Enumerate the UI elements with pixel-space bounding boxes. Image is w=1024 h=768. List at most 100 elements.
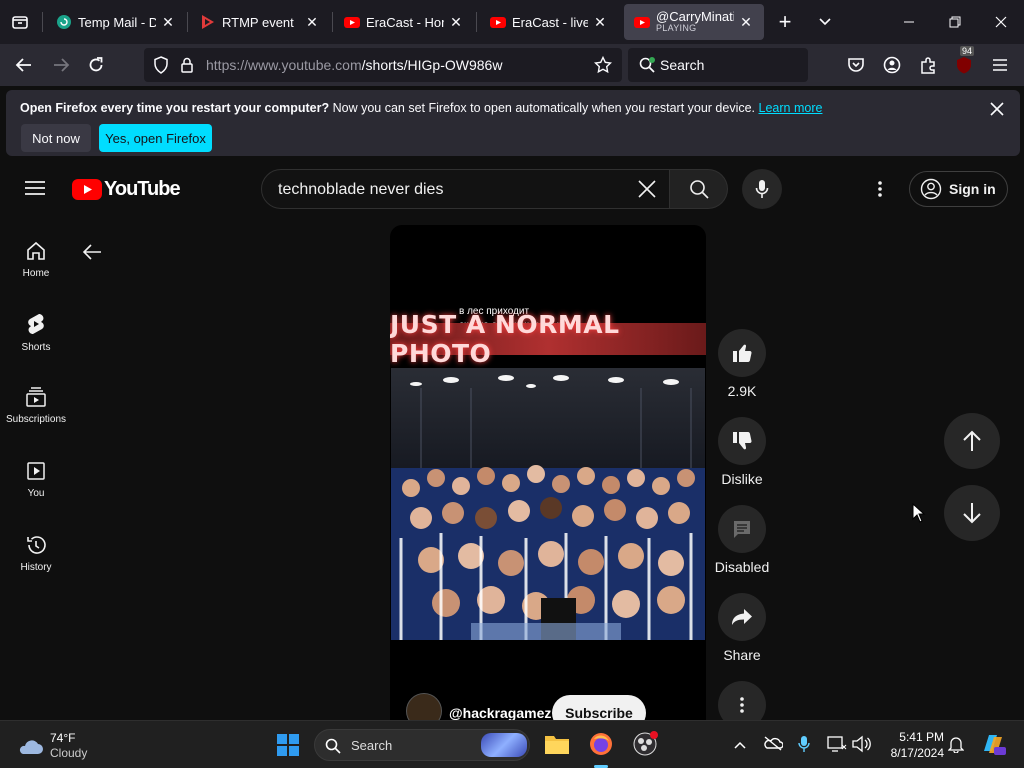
youtube-icon: [490, 17, 506, 28]
tab-close-icon[interactable]: ✕: [738, 14, 754, 31]
nav-label: Shorts: [21, 342, 51, 353]
search-engine-icon[interactable]: [636, 54, 658, 76]
show-hidden-icons-chevron-icon[interactable]: [734, 737, 746, 755]
guide-menu-icon[interactable]: [24, 180, 46, 201]
temp-mail-icon: [57, 15, 71, 29]
voice-search-button[interactable]: [742, 169, 782, 209]
tab-close-icon[interactable]: ✕: [448, 14, 464, 31]
yes-open-firefox-button[interactable]: Yes, open Firefox: [99, 124, 212, 152]
microphone-tray-icon[interactable]: [798, 735, 810, 758]
copilot-icon[interactable]: [980, 731, 1006, 762]
firefox-taskbar-icon[interactable]: [588, 731, 614, 762]
sign-in-button[interactable]: Sign in: [909, 171, 1008, 207]
thumbs-down-icon: [733, 432, 752, 450]
lock-icon[interactable]: [176, 54, 198, 76]
tab-overview-icon[interactable]: [9, 11, 31, 33]
comment-icon: [734, 521, 750, 538]
comments-label: Disabled: [714, 559, 770, 575]
next-short-button[interactable]: [944, 485, 1000, 541]
notifications-bell-icon[interactable]: [947, 735, 965, 758]
network-icon[interactable]: [827, 735, 847, 758]
minimize-icon[interactable]: [898, 11, 920, 33]
settings-more-icon[interactable]: [876, 180, 884, 203]
search-icon: [325, 738, 341, 754]
tracking-protection-shield-icon[interactable]: [150, 54, 172, 76]
tab-temp-mail[interactable]: Temp Mail - Disposable ✕: [46, 4, 186, 40]
youtube-page: YouTube technoblade never dies Sign in H…: [0, 160, 1024, 729]
learn-more-link[interactable]: Learn more: [759, 101, 823, 115]
app-menu-icon[interactable]: [989, 54, 1011, 76]
forward-icon[interactable]: [50, 54, 72, 76]
not-now-button[interactable]: Not now: [21, 124, 91, 152]
rtmp-icon: [202, 15, 214, 29]
taskbar-search[interactable]: Search: [314, 729, 530, 761]
account-circle-icon: [920, 178, 942, 200]
video-overlay-banner: JUST A NORMAL PHOTO: [390, 310, 706, 368]
nav-shorts[interactable]: Shorts: [0, 312, 72, 353]
tab-close-icon[interactable]: ✕: [304, 14, 320, 31]
tab-close-icon[interactable]: ✕: [160, 14, 176, 31]
youtube-logo-icon: [72, 179, 102, 200]
nav-home[interactable]: Home: [0, 240, 72, 279]
account-icon[interactable]: [881, 54, 903, 76]
share-button[interactable]: [718, 593, 766, 641]
back-arrow-icon[interactable]: [82, 243, 102, 266]
like-count: 2.9K: [727, 383, 757, 399]
channel-name[interactable]: @hackragamez: [449, 705, 551, 721]
pocket-icon[interactable]: [845, 54, 867, 76]
nav-you[interactable]: You: [0, 460, 72, 499]
notification-text: Now you can set Firefox to open automati…: [329, 101, 756, 115]
ublock-extension-icon[interactable]: 94: [953, 46, 975, 76]
weather-desc: Cloudy: [50, 746, 88, 760]
reload-icon[interactable]: [85, 54, 107, 76]
youtube-icon: [344, 17, 360, 28]
tab-rtmp-event[interactable]: RTMP event ✕: [190, 4, 330, 40]
search-icon: [689, 180, 709, 199]
close-window-icon[interactable]: [990, 11, 1012, 33]
search-bar-placeholder: Search: [660, 57, 705, 73]
extensions-icon[interactable]: [917, 54, 939, 76]
yt-search-input[interactable]: technoblade never dies: [261, 169, 670, 209]
notification-close-icon[interactable]: [986, 98, 1008, 120]
obs-taskbar-icon[interactable]: [632, 731, 658, 762]
arrow-up-icon: [963, 430, 981, 451]
file-explorer-icon[interactable]: [544, 733, 570, 760]
shorts-player[interactable]: в лес приходит сказка снег как чистый JU…: [390, 225, 706, 725]
yt-search-button[interactable]: [670, 169, 728, 209]
share-icon: [732, 609, 752, 625]
tab-close-icon[interactable]: ✕: [592, 14, 608, 31]
tab-carryminati-active[interactable]: @CarryMinati - PLAYING ✕: [624, 4, 764, 40]
start-button[interactable]: [276, 733, 300, 762]
back-icon[interactable]: [13, 54, 35, 76]
system-clock[interactable]: 5:41 PM 8/17/2024: [880, 729, 944, 761]
tab-eracast-live[interactable]: EraCast - live ✕: [480, 4, 618, 40]
extension-badge: 94: [960, 46, 975, 56]
url-bar[interactable]: https://www.youtube.com/shorts/HIGp-OW98…: [144, 48, 622, 82]
tab-separator: [187, 12, 188, 32]
list-all-tabs-icon[interactable]: [814, 11, 836, 33]
tab-eracast-home[interactable]: EraCast - Home page ✕: [334, 4, 474, 40]
notification-bold-text: Open Firefox every time you restart your…: [20, 101, 330, 115]
navigation-toolbar: https://www.youtube.com/shorts/HIGp-OW98…: [0, 44, 1024, 86]
mouse-cursor-icon: [912, 503, 926, 523]
nav-label: History: [20, 562, 52, 573]
previous-short-button[interactable]: [944, 413, 1000, 469]
volume-icon[interactable]: [851, 735, 871, 758]
url-text: https://www.youtube.com/shorts/HIGp-OW98…: [206, 57, 502, 73]
default-browser-notification: Open Firefox every time you restart your…: [6, 90, 1020, 156]
youtube-icon: [634, 17, 650, 28]
new-tab-icon[interactable]: +: [774, 9, 796, 34]
clear-search-icon[interactable]: [638, 180, 656, 203]
nav-subscriptions[interactable]: Subscriptions: [0, 386, 72, 425]
restore-icon[interactable]: [944, 11, 966, 33]
youtube-logo[interactable]: YouTube: [72, 178, 181, 201]
onedrive-icon[interactable]: [763, 735, 784, 756]
comments-button[interactable]: [718, 505, 766, 553]
nav-history[interactable]: History: [0, 534, 72, 573]
dislike-button[interactable]: [718, 417, 766, 465]
history-icon: [27, 536, 46, 554]
like-button[interactable]: [718, 329, 766, 377]
search-bar[interactable]: Search: [628, 48, 808, 82]
weather-widget[interactable]: 74°F Cloudy: [16, 731, 87, 761]
bookmark-star-icon[interactable]: [592, 54, 614, 76]
